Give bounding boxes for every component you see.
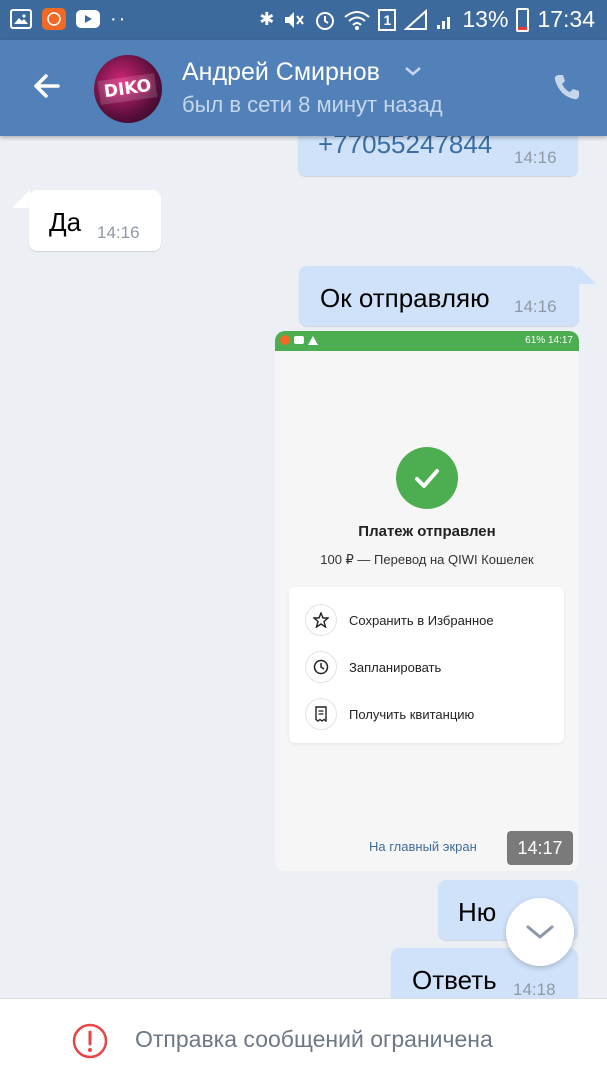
app-icon <box>42 8 66 30</box>
system-icons: ✱ 1 13% 17:34 <box>259 6 595 33</box>
attachment-status-text: 61% 14:17 <box>525 335 573 346</box>
action-label: Запланировать <box>349 659 442 675</box>
avatar[interactable]: DIKO <box>94 55 162 123</box>
chevron-down-icon <box>526 925 554 939</box>
payment-actions-card: Сохранить в Избранное Запланировать Полу… <box>289 587 564 743</box>
payment-subtitle: 100 ₽ — Перевод на QIWI Кошелек <box>320 552 534 567</box>
youtube-icon <box>294 336 304 344</box>
status-bar: ·· ✱ 1 13% 17:34 <box>0 0 607 40</box>
avatar-logo-text: DIKO <box>97 73 159 105</box>
battery-percent: 13% <box>462 6 509 32</box>
bluetooth-icon: ✱ <box>259 9 275 29</box>
signal-1-icon <box>404 8 428 30</box>
scroll-down-button[interactable] <box>506 898 574 966</box>
mute-icon <box>285 11 305 28</box>
battery-icon <box>516 7 530 32</box>
image-icon <box>10 9 32 29</box>
message-bubble-outgoing[interactable]: Ок отправляю 14:16 <box>299 266 579 326</box>
message-time: 14:16 <box>97 223 140 242</box>
notification-icons: ·· <box>10 8 127 30</box>
message-text: Ответь <box>412 965 497 995</box>
message-text: Да <box>49 207 82 237</box>
warning-circle-icon <box>72 1023 108 1059</box>
chevron-down-icon[interactable] <box>403 64 423 78</box>
message-text: Ню <box>458 897 497 927</box>
more-dots-icon: ·· <box>110 8 128 30</box>
bubble-tail <box>12 190 30 208</box>
attachment-status-bar: 61% 14:17 <box>275 331 579 351</box>
sim-slot-badge: 1 <box>378 8 397 31</box>
payment-title: Платеж отправлен <box>358 523 496 540</box>
signal-2-icon <box>437 16 451 29</box>
messaging-restricted-bar: Отправка сообщений ограничена <box>0 998 607 1080</box>
action-label: Сохранить в Избранное <box>349 612 494 628</box>
clock-icon <box>305 651 337 683</box>
image-attachment[interactable]: 61% 14:17 Платеж отправлен 100 ₽ — Перев… <box>275 331 579 871</box>
status-time: 17:34 <box>537 6 595 32</box>
alarm-icon <box>316 11 335 30</box>
restricted-message-text: Отправка сообщений ограничена <box>135 1026 493 1052</box>
message-time: 14:17 <box>507 831 573 865</box>
warning-icon <box>308 335 318 345</box>
star-icon <box>305 604 337 636</box>
chat-header: DIKO Андрей Смирнов был в сети 8 минут н… <box>0 40 607 136</box>
back-arrow-icon[interactable] <box>28 66 68 106</box>
checkmark-icon <box>396 447 458 509</box>
message-time: 14:18 <box>513 980 556 999</box>
home-link: На главный экран <box>369 839 477 854</box>
contact-status: был в сети 8 минут назад <box>182 92 443 117</box>
contact-name[interactable]: Андрей Смирнов <box>182 58 380 87</box>
bubble-tail <box>578 266 596 284</box>
message-bubble-incoming[interactable]: Да 14:16 <box>29 190 161 251</box>
youtube-icon <box>76 10 100 28</box>
phone-icon[interactable] <box>552 72 582 102</box>
receipt-icon <box>305 698 337 730</box>
message-time: 14:16 <box>514 148 557 167</box>
message-text: Ок отправляю <box>320 283 490 313</box>
action-receipt: Получить квитанцию <box>305 697 555 731</box>
action-save-favorite: Сохранить в Избранное <box>305 603 555 637</box>
wifi-icon <box>344 10 371 30</box>
action-schedule: Запланировать <box>305 650 555 684</box>
app-icon <box>280 335 290 345</box>
message-time: 14:16 <box>514 297 557 316</box>
action-label: Получить квитанцию <box>349 706 475 722</box>
